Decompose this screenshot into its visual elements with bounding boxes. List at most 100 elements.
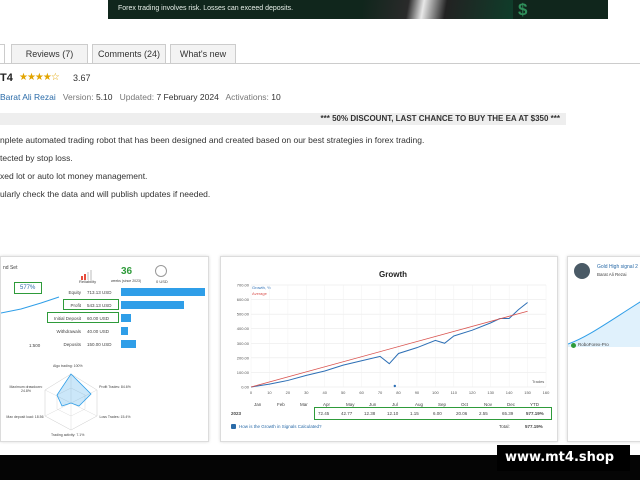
stat-value: 713.13 USD xyxy=(87,290,112,295)
weeks-label: weeks (since 2023) xyxy=(111,279,142,283)
x-tick-label: 30 xyxy=(304,390,309,395)
y-tick-label: 300.00 xyxy=(237,341,250,346)
month-value: 42.77 xyxy=(341,411,353,416)
signal-broker: RoboForex-Pro xyxy=(578,342,609,347)
stat-label: Equity xyxy=(68,290,81,295)
growth-line-chart: 700.00600.00500.00400.00300.00200.00100.… xyxy=(237,283,550,396)
growth-badge: 577% xyxy=(20,285,36,291)
y-tick-label: 200.00 xyxy=(237,355,250,360)
tab-divider xyxy=(0,63,640,64)
watermark: www.mt4.shop xyxy=(497,445,630,471)
month-value: 65.39 xyxy=(502,411,514,416)
reliability-label: Reliability xyxy=(79,279,97,284)
radar-chart xyxy=(44,373,98,431)
radar-max-deposit-load: Max deposit load: 18.56 xyxy=(6,415,44,419)
month-label: YTD xyxy=(530,402,539,407)
growth-series-line xyxy=(250,302,528,388)
x-tick-label: 140 xyxy=(506,390,513,395)
version-value: 5.10 xyxy=(95,92,113,102)
tab-whats-new[interactable]: What's new xyxy=(170,44,236,64)
rating-stars-icon[interactable]: ★★★★☆ xyxy=(19,72,60,83)
stat-label: Withdrawals xyxy=(56,329,81,334)
stat-bar xyxy=(121,288,205,296)
radar-max-drawdown: Maximum drawdown: 24.8% xyxy=(9,385,43,393)
activations-value: 10 xyxy=(271,92,281,102)
leverage-value: 1:500 xyxy=(29,343,41,348)
signal-mini-chart xyxy=(568,301,640,347)
signal-author: Barat Ali Rezai xyxy=(597,272,627,277)
profit-highlight xyxy=(63,299,119,310)
y-tick-label: 0.00 xyxy=(241,385,250,390)
radar-profit-trades: Profit Trades: 84.6% xyxy=(99,385,131,389)
y-tick-label: 400.00 xyxy=(237,326,250,331)
description-line-1: nplete automated trading robot that has … xyxy=(0,135,425,145)
x-tick-label: 50 xyxy=(341,390,346,395)
average-series-line xyxy=(250,310,528,388)
month-label: Jun xyxy=(369,402,377,407)
month-value: 6.00 xyxy=(433,411,442,416)
y-tick-label: 600.00 xyxy=(237,297,250,302)
month-label: Jan xyxy=(254,402,262,407)
y-tick-label: 100.00 xyxy=(237,370,250,375)
x-tick-label: 70 xyxy=(378,390,383,395)
tab-overview[interactable] xyxy=(0,44,5,64)
stat-bar xyxy=(121,340,137,348)
stat-label: Deposits xyxy=(63,342,81,347)
growth-chart-screenshot[interactable]: Growth Growth, % Average 700.00 600.00 500… xyxy=(220,256,558,442)
stat-bar xyxy=(121,301,184,309)
version-label: Version: xyxy=(62,92,94,102)
dollar-icon: $ xyxy=(518,0,528,19)
activations-label: Activations: xyxy=(225,92,269,102)
x-tick-label: 100 xyxy=(432,390,439,395)
x-tick-label: 0 xyxy=(250,390,253,395)
tab-reviews[interactable]: Reviews (7) xyxy=(11,44,88,64)
author-link[interactable]: Barat Ali Rezai xyxy=(0,92,56,102)
trade-marker xyxy=(393,384,397,388)
x-tick-label: 150 xyxy=(524,390,531,395)
x-tick-label: 90 xyxy=(415,390,420,395)
usd-label: 0 USD xyxy=(156,279,168,284)
radar-loss-trades: Loss Trades: 15.4% xyxy=(99,415,131,419)
product-meta: Barat Ali Rezai Version: 5.10 Updated: 7… xyxy=(0,92,281,102)
y-tick-label: 500.00 xyxy=(237,312,250,317)
month-label: Sep xyxy=(438,402,447,407)
stat-value: 150.00 USD xyxy=(87,342,112,347)
weeks-value: 36 xyxy=(121,266,133,277)
banner-graphic xyxy=(363,0,513,19)
month-label: Nov xyxy=(484,402,493,407)
broker-icon xyxy=(571,343,576,348)
updated-value: 7 February 2024 xyxy=(156,92,219,102)
total-value: 577.19% xyxy=(525,424,543,429)
signal-stats-screenshot[interactable]: nd Set 577% Reliability 36 weeks (since … xyxy=(0,256,209,442)
description-line-3: xed lot or auto lot money management. xyxy=(0,171,148,181)
updated-label: Updated: xyxy=(119,92,155,102)
signal-card-screenshot[interactable]: Gold High signal 2 Barat Ali Rezai RoboF… xyxy=(567,256,640,442)
signal-title: Gold High signal 2 xyxy=(597,264,638,270)
initial-deposit-highlight xyxy=(47,312,119,323)
description-line-2: tected by stop loss. xyxy=(0,153,73,163)
x-tick-label: 10 xyxy=(267,390,272,395)
x-tick-label: 120 xyxy=(469,390,476,395)
year-label: 2023 xyxy=(231,411,242,416)
x-tick-label: 110 xyxy=(451,390,458,395)
signal-avatar xyxy=(574,263,590,279)
x-tick-label: 40 xyxy=(323,390,328,395)
month-value: 72.45 xyxy=(318,411,330,416)
month-label: Dec xyxy=(507,402,516,407)
x-tick-label: 80 xyxy=(396,390,401,395)
risk-banner-text: Forex trading involves risk. Losses can … xyxy=(118,5,294,12)
rating-value: 3.67 xyxy=(73,73,91,83)
x-tick-label: 160 xyxy=(543,390,550,395)
month-label: Aug xyxy=(415,402,424,407)
y-tick-label: 700.00 xyxy=(237,283,250,288)
x-axis-name: Trades xyxy=(532,379,544,384)
tab-comments[interactable]: Comments (24) xyxy=(92,44,166,64)
month-label: Feb xyxy=(277,402,285,407)
month-value: 12.38 xyxy=(364,411,376,416)
question-icon xyxy=(231,424,236,429)
discount-banner: *** 50% DISCOUNT, LAST CHANCE TO BUY THE… xyxy=(0,113,566,125)
month-value: 1.15 xyxy=(410,411,419,416)
growth-faq-link[interactable]: How is the Growth in Signals Calculated? xyxy=(239,424,322,429)
risk-banner[interactable]: Forex trading involves risk. Losses can … xyxy=(108,0,608,19)
month-label: Oct xyxy=(461,402,469,407)
